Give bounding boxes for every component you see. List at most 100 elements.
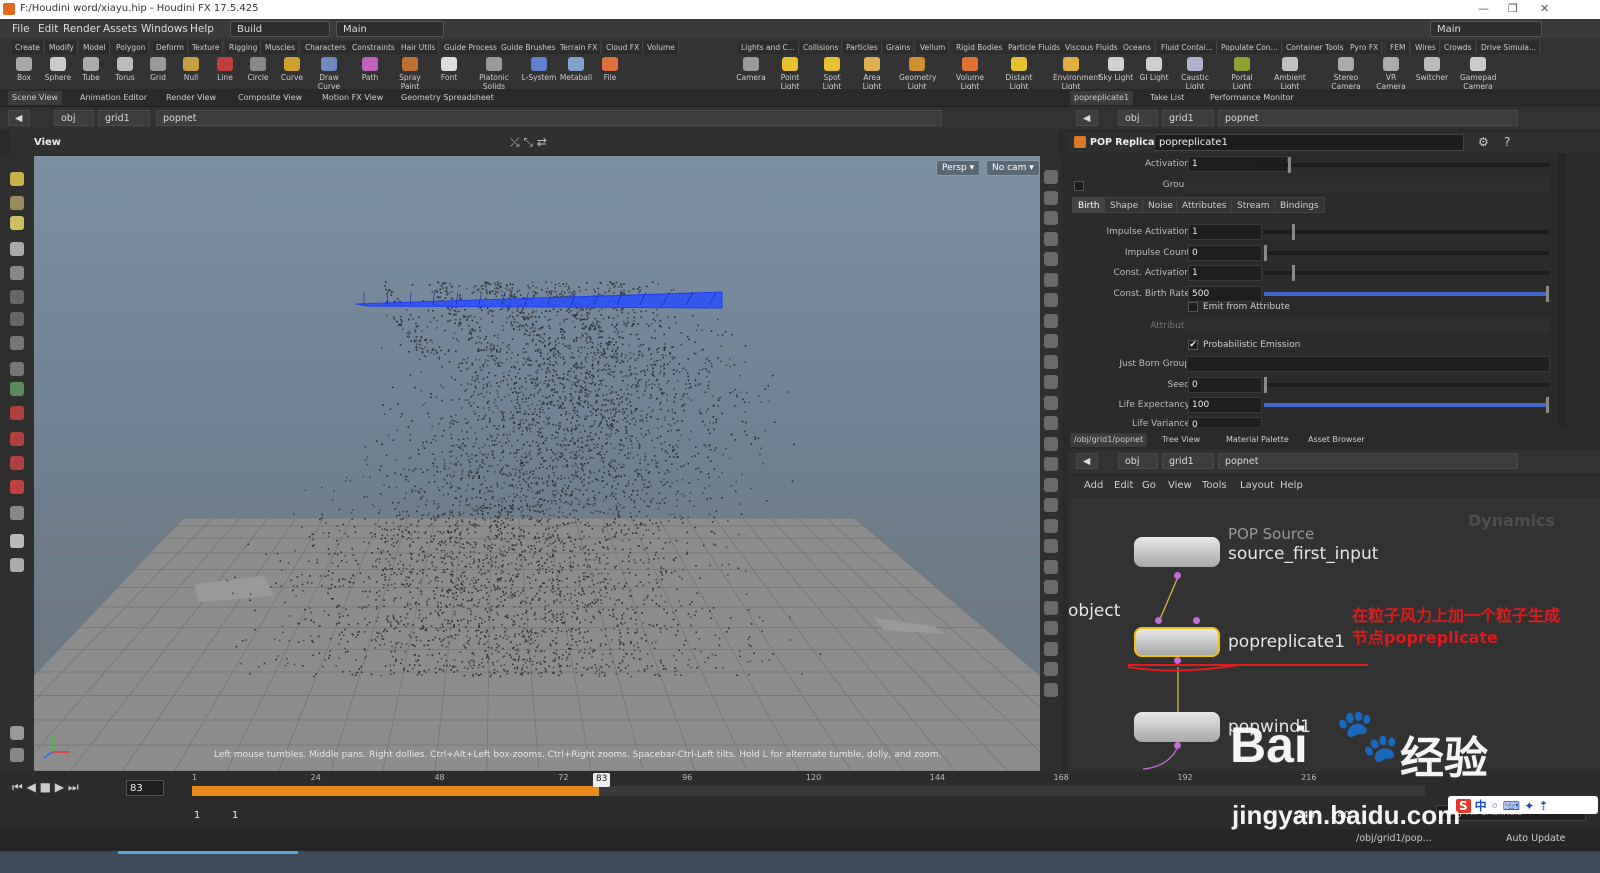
viewport-tool-icon[interactable]	[10, 172, 24, 186]
shelf-tab-grains[interactable]: Grains	[883, 41, 915, 54]
menu-render[interactable]: Render	[63, 23, 100, 35]
path-popnet[interactable]: popnet	[156, 110, 942, 126]
shelf-tab-create[interactable]: Create	[12, 41, 44, 54]
shelf-tab-viscous-fluids[interactable]: Viscous Fluids	[1062, 41, 1122, 54]
tool-font[interactable]: Font	[431, 57, 467, 82]
viewport-tool-icon[interactable]	[10, 266, 24, 280]
tool-platonic-solids[interactable]: Platonic Solids	[476, 57, 512, 91]
tool-sky-light[interactable]: Sky Light	[1098, 57, 1134, 82]
tool-portal-light[interactable]: Portal Light	[1224, 57, 1260, 91]
tool-torus[interactable]: Torus	[107, 57, 143, 82]
tool-point-light[interactable]: Point Light	[772, 57, 808, 91]
shelf-tab-rigging[interactable]: Rigging	[226, 41, 262, 54]
tool-gamepad-camera[interactable]: Gamepad Camera	[1460, 57, 1496, 91]
shelf-tab-characters[interactable]: Characters	[302, 41, 350, 54]
menu-edit[interactable]: Edit	[38, 23, 58, 35]
shelf-tab-particle-fluids[interactable]: Particle Fluids	[1005, 41, 1064, 54]
tab-scene-view[interactable]: Scene View	[8, 91, 62, 105]
viewport-3d[interactable]: Persp ▾ No cam ▾ Left mouse tumbles. Mid…	[34, 156, 1040, 771]
shelf-tab-guide-process[interactable]: Guide Process	[441, 41, 501, 54]
shelf-tab-cloud-fx[interactable]: Cloud FX	[603, 41, 644, 54]
path-grid1[interactable]: grid1	[98, 110, 150, 126]
viewport-tool-icon[interactable]	[10, 382, 24, 396]
tool-caustic-light[interactable]: Caustic Light	[1177, 57, 1213, 91]
back-icon[interactable]: ◀	[8, 110, 30, 126]
shelf-tab-fluid-contai[interactable]: Fluid Contai...	[1158, 41, 1217, 54]
tool-gi-light[interactable]: GI Light	[1136, 57, 1172, 82]
shelf-tab-populate-con[interactable]: Populate Con...	[1218, 41, 1282, 54]
path-obj[interactable]: obj	[54, 110, 94, 126]
shelf-tab-texture[interactable]: Texture	[189, 41, 224, 54]
shelf-tab-hair-utils[interactable]: Hair Utils	[398, 41, 440, 54]
shelf-tab-modify[interactable]: Modify	[46, 41, 78, 54]
viewport-tool-icon[interactable]	[10, 480, 24, 494]
tool-geometry-light[interactable]: Geometry Light	[899, 57, 936, 91]
shelf-tab-collisions[interactable]: Collisions	[800, 41, 843, 54]
viewport-tool-icon[interactable]	[10, 726, 24, 740]
viewport-tool-icon[interactable]	[10, 216, 24, 230]
viewport-tool-icon[interactable]	[10, 312, 24, 326]
viewport-tool-icon[interactable]	[10, 534, 24, 548]
shelf-tab-particles[interactable]: Particles	[843, 41, 882, 54]
menu-windows[interactable]: Windows	[141, 23, 188, 35]
tool-grid[interactable]: Grid	[140, 57, 176, 82]
shelf-tab-deform[interactable]: Deform	[153, 41, 188, 54]
tab-composite-view[interactable]: Composite View	[234, 91, 306, 105]
shelf-tab-wires[interactable]: Wires	[1412, 41, 1440, 54]
minimize-icon[interactable]: —	[1478, 2, 1489, 15]
shelf-tab-muscles[interactable]: Muscles	[262, 41, 299, 54]
viewport-tool-icon[interactable]	[10, 506, 24, 520]
tool-box[interactable]: Box	[6, 57, 42, 82]
viewport-tool-icon[interactable]	[10, 558, 24, 572]
tool-draw-curve[interactable]: Draw Curve	[311, 57, 347, 91]
shelf-tab-polygon[interactable]: Polygon	[113, 41, 150, 54]
shelf-tab-model[interactable]: Model	[80, 41, 110, 54]
maximize-icon[interactable]: ❐	[1508, 2, 1518, 15]
tool-l-system[interactable]: L-System	[521, 57, 557, 82]
tool-distant-light[interactable]: Distant Light	[1001, 57, 1037, 91]
viewport-tool-icon[interactable]	[10, 290, 24, 304]
viewport-tool-icon[interactable]	[10, 456, 24, 470]
shelf-tab-volume[interactable]: Volume	[644, 41, 679, 54]
shelf-tab-terrain-fx[interactable]: Terrain FX	[557, 41, 602, 54]
tool-stereo-camera[interactable]: Stereo Camera	[1328, 57, 1364, 91]
tool-metaball[interactable]: Metaball	[558, 57, 594, 82]
shelf-tab-oceans[interactable]: Oceans	[1120, 41, 1155, 54]
tool-vr-camera[interactable]: VR Camera	[1373, 57, 1409, 91]
tool-ambient-light[interactable]: Ambient Light	[1272, 57, 1308, 91]
tool-volume-light[interactable]: Volume Light	[952, 57, 988, 91]
tool-camera[interactable]: Camera	[733, 57, 769, 82]
menu-help[interactable]: Help	[190, 23, 214, 35]
tool-null[interactable]: Null	[173, 57, 209, 82]
tool-circle[interactable]: Circle	[240, 57, 276, 82]
viewport-tool-icon[interactable]	[10, 336, 24, 350]
shelf-tab-container-tools[interactable]: Container Tools	[1283, 41, 1348, 54]
shelf-tab-constraints[interactable]: Constraints	[349, 41, 399, 54]
menu-assets[interactable]: Assets	[103, 23, 137, 35]
shelf-tab-drive-simula[interactable]: Drive Simula...	[1478, 41, 1541, 54]
tool-area-light[interactable]: Area Light	[854, 57, 890, 91]
tab-motion-fx-view[interactable]: Motion FX View	[318, 91, 387, 105]
viewport-tool-icon[interactable]	[10, 242, 24, 256]
right-desktop-select[interactable]: Main	[1430, 21, 1542, 37]
viewport-tool-icon[interactable]	[10, 432, 24, 446]
tab-geometry-spreadsheet[interactable]: Geometry Spreadsheet	[397, 91, 498, 105]
tab-animation-editor[interactable]: Animation Editor	[76, 91, 151, 105]
tool-tube[interactable]: Tube	[73, 57, 109, 82]
tool-spray-paint[interactable]: Spray Paint	[392, 57, 428, 91]
shelf-tab-fem[interactable]: FEM	[1387, 41, 1410, 54]
viewport-tool-icon[interactable]	[10, 196, 24, 210]
select-mode-icon[interactable]: ⤯ ⤡ ⇄	[510, 135, 547, 150]
shelf-tab-guide-brushes[interactable]: Guide Brushes	[498, 41, 560, 54]
viewport-tool-icon[interactable]	[10, 362, 24, 376]
menu-file[interactable]: File	[12, 23, 30, 35]
shelf-tab-rigid-bodies[interactable]: Rigid Bodies	[953, 41, 1007, 54]
close-icon[interactable]: ✕	[1540, 2, 1549, 15]
tab-render-view[interactable]: Render View	[162, 91, 220, 105]
tool-sphere[interactable]: Sphere	[40, 57, 76, 82]
tool-switcher[interactable]: Switcher	[1414, 57, 1450, 82]
tool-curve[interactable]: Curve	[274, 57, 310, 82]
shelf-tab-lights-and-c[interactable]: Lights and C...	[738, 41, 799, 54]
viewport-tool-icon[interactable]	[10, 748, 24, 762]
shelf-tab-pyro-fx[interactable]: Pyro FX	[1347, 41, 1383, 54]
